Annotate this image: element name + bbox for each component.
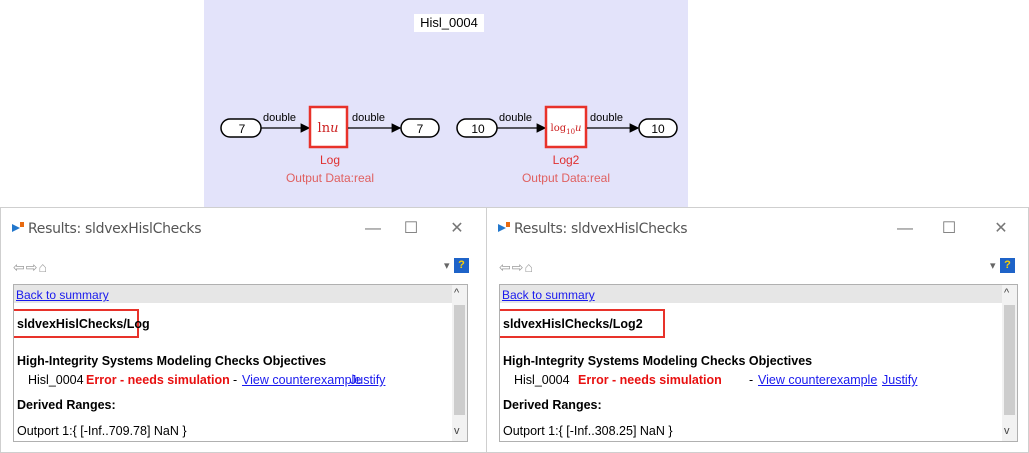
justify-link[interactable]: Justify xyxy=(350,373,385,387)
scroll-thumb[interactable] xyxy=(454,305,465,415)
scroll-up-icon[interactable]: ^ xyxy=(454,287,459,299)
inport-block-2[interactable]: 10 xyxy=(456,118,498,138)
vertical-scrollbar[interactable]: ^ v xyxy=(1002,285,1017,441)
minimize-button[interactable]: — xyxy=(889,216,921,242)
objective-status: Error - needs simulation xyxy=(578,373,722,387)
log10-block[interactable]: log10u xyxy=(544,105,588,149)
summary-bar: Back to summary xyxy=(500,285,1002,303)
results-pane: Back to summary sldvexHislChecks/Log Hig… xyxy=(13,284,468,442)
objectives-heading: High-Integrity Systems Modeling Checks O… xyxy=(503,354,813,368)
inport-1-value: 7 xyxy=(239,122,246,136)
view-counterexample-link[interactable]: View counterexample xyxy=(242,373,361,387)
log10-block-note: Output Data:real xyxy=(521,171,611,185)
model-path: sldvexHislChecks/Log2 xyxy=(503,317,643,331)
signal-label-1a: double xyxy=(263,112,296,124)
close-button[interactable]: ✕ xyxy=(985,216,1017,242)
help-icon[interactable]: ? xyxy=(1000,258,1015,273)
outport-range: Outport 1:{ [-Inf..308.25] NaN } xyxy=(503,424,673,438)
nav-back-forward-home-icons[interactable]: ⇦⇨⌂ xyxy=(499,259,534,276)
help-icon[interactable]: ? xyxy=(454,258,469,273)
signal-label-2a: double xyxy=(499,112,532,124)
back-to-summary-link[interactable]: Back to summary xyxy=(502,288,595,302)
window-title: Results: sldvexHislChecks xyxy=(514,221,688,237)
scroll-down-icon[interactable]: v xyxy=(1004,425,1010,437)
window-title: Results: sldvexHislChecks xyxy=(28,221,202,237)
derived-ranges-heading: Derived Ranges: xyxy=(17,398,116,412)
ln-block-name: Log xyxy=(319,153,341,167)
objective-row: Hisl_0004 Error - needs simulation - Vie… xyxy=(28,373,385,387)
inport-2-value: 10 xyxy=(471,122,485,136)
scroll-thumb[interactable] xyxy=(1004,305,1015,415)
derived-ranges-heading: Derived Ranges: xyxy=(503,398,602,412)
objectives-heading: High-Integrity Systems Modeling Checks O… xyxy=(17,354,327,368)
results-pane: Back to summary sldvexHislChecks/Log2 Hi… xyxy=(499,284,1018,442)
objective-row: Hisl_0004 Error - needs simulation - Vie… xyxy=(514,373,917,387)
results-app-icon xyxy=(12,222,24,232)
scroll-down-icon[interactable]: v xyxy=(454,425,460,437)
objective-dash: - xyxy=(749,373,754,387)
close-button[interactable]: ✕ xyxy=(441,216,473,242)
outport-block-2[interactable]: 10 xyxy=(638,118,678,138)
dropdown-icon[interactable]: ▾ xyxy=(990,259,996,272)
results-app-icon xyxy=(498,222,510,232)
objective-dash: - xyxy=(233,373,238,387)
justify-link[interactable]: Justify xyxy=(882,373,917,387)
nav-back-forward-home-icons[interactable]: ⇦⇨⌂ xyxy=(13,259,48,276)
objective-id: Hisl_0004 xyxy=(514,373,570,387)
outport-block-1[interactable]: 7 xyxy=(400,118,440,138)
window-titlebar[interactable]: Results: sldvexHislChecks — ☐ ✕ xyxy=(1,208,542,248)
maximize-button[interactable]: ☐ xyxy=(933,216,965,242)
view-counterexample-link[interactable]: View counterexample xyxy=(758,373,877,387)
model-path: sldvexHislChecks/Log xyxy=(17,317,150,331)
window-toolbar: ⇦⇨⌂ ▾ ? xyxy=(487,254,1028,280)
outport-range: Outport 1:{ [-Inf..709.78] NaN } xyxy=(17,424,187,438)
ln-block[interactable]: lnu xyxy=(308,105,349,149)
maximize-button[interactable]: ☐ xyxy=(395,216,427,242)
results-window-2[interactable]: Results: sldvexHislChecks — ☐ ✕ ⇦⇨⌂ ▾ ? … xyxy=(486,207,1029,453)
results-window-1[interactable]: Results: sldvexHislChecks — ☐ ✕ ⇦⇨⌂ ▾ ? … xyxy=(0,207,543,453)
outport-1-value: 7 xyxy=(417,122,424,136)
outport-2-value: 10 xyxy=(651,122,665,136)
dropdown-icon[interactable]: ▾ xyxy=(444,259,450,272)
objective-status: Error - needs simulation xyxy=(86,373,230,387)
back-to-summary-link[interactable]: Back to summary xyxy=(16,288,109,302)
summary-bar: Back to summary xyxy=(14,285,452,303)
scroll-up-icon[interactable]: ^ xyxy=(1004,287,1009,299)
ln-u-symbol: lnu xyxy=(318,121,339,136)
log10-block-name: Log2 xyxy=(552,153,580,167)
objective-id: Hisl_0004 xyxy=(28,373,84,387)
window-titlebar[interactable]: Results: sldvexHislChecks — ☐ ✕ xyxy=(487,208,1028,248)
minimize-button[interactable]: — xyxy=(357,216,389,242)
ln-block-note: Output Data:real xyxy=(285,171,375,185)
window-toolbar: ⇦⇨⌂ ▾ ? xyxy=(1,254,542,280)
signal-label-1b: double xyxy=(352,112,385,124)
signal-label-2b: double xyxy=(590,112,623,124)
inport-block-1[interactable]: 7 xyxy=(220,118,262,138)
vertical-scrollbar[interactable]: ^ v xyxy=(452,285,467,441)
